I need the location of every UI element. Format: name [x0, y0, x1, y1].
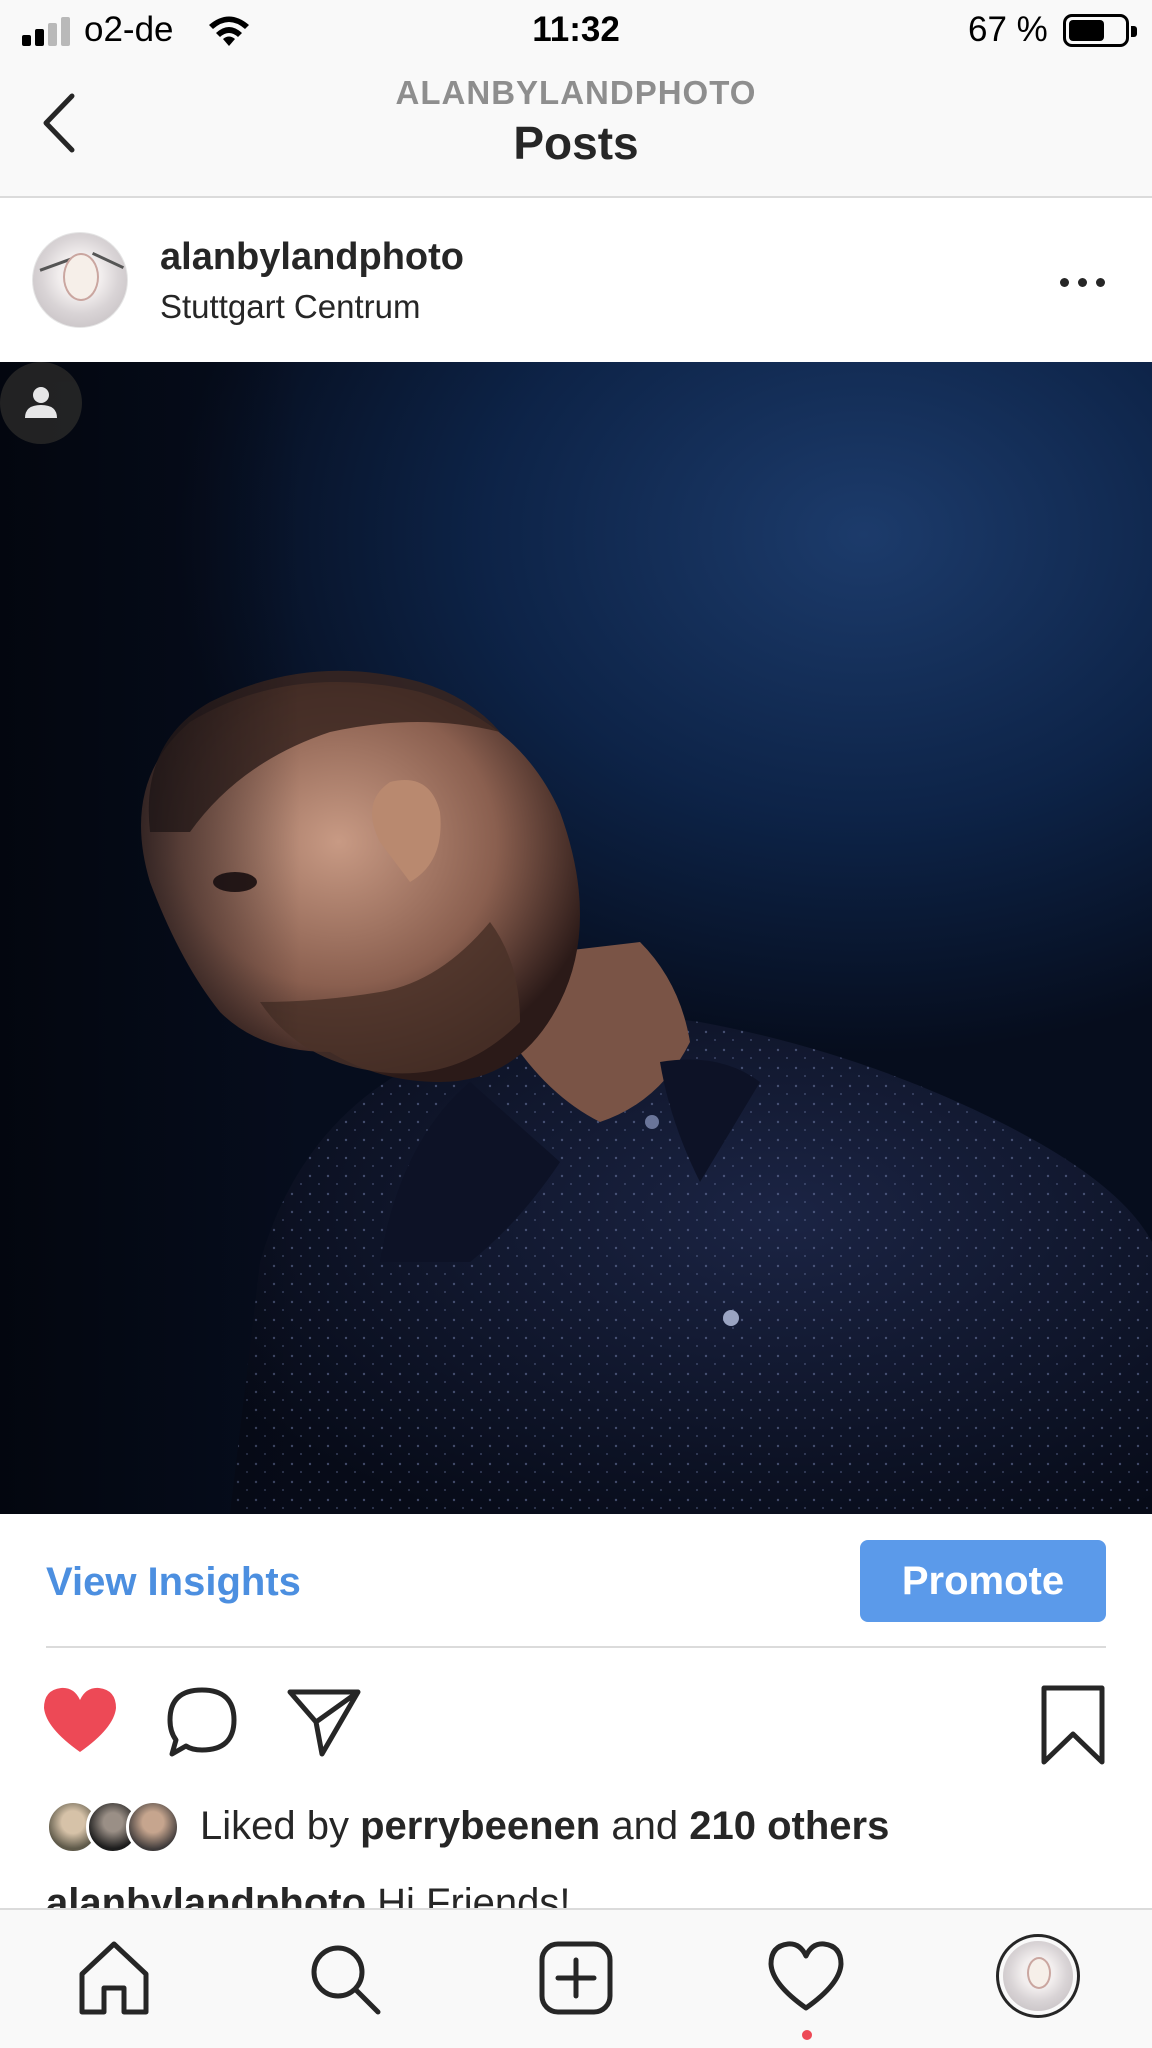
new-post-icon[interactable]: [536, 1938, 616, 2018]
post-caption: alanbylandphoto Hi Friends!: [46, 1876, 571, 1910]
navigation-bar: ALANBYLANDPHOTO Posts: [0, 62, 1152, 198]
home-icon[interactable]: [74, 1938, 154, 2018]
ellipsis-icon[interactable]: [1058, 270, 1108, 294]
promote-button[interactable]: Promote: [860, 1540, 1106, 1622]
comment-icon[interactable]: [164, 1684, 240, 1760]
post-header: alanbylandphoto Stuttgart Centrum: [0, 198, 1152, 362]
post-username[interactable]: alanbylandphoto: [160, 236, 464, 279]
battery-icon: [1063, 14, 1137, 47]
liked-by-text: Liked by perrybeenen and 210 others: [200, 1804, 889, 1849]
liker-avatars: [46, 1800, 182, 1856]
insights-bar: View Insights Promote: [0, 1514, 1152, 1648]
avatar: [126, 1800, 180, 1854]
post-actions: [0, 1648, 1152, 1798]
liked-by-middle: and: [611, 1804, 679, 1848]
caption-username[interactable]: alanbylandphoto: [46, 1881, 366, 1910]
bookmark-icon[interactable]: [1038, 1684, 1108, 1766]
profile-avatar[interactable]: [996, 1934, 1080, 2018]
heart-filled-icon[interactable]: [40, 1684, 120, 1756]
post-photo[interactable]: [0, 362, 1152, 1514]
liked-by-user[interactable]: perrybeenen: [360, 1804, 600, 1848]
activity-heart-icon[interactable]: [766, 1938, 846, 2018]
search-icon[interactable]: [304, 1938, 384, 2018]
post-location[interactable]: Stuttgart Centrum: [160, 288, 420, 326]
tab-bar: [0, 1908, 1152, 2048]
caption-text: Hi Friends!: [377, 1881, 571, 1910]
page-title: Posts: [513, 117, 639, 169]
paper-plane-icon[interactable]: [286, 1684, 362, 1760]
liked-by-others[interactable]: 210 others: [689, 1804, 889, 1848]
avatar[interactable]: [32, 232, 128, 328]
likes-summary[interactable]: Liked by perrybeenen and 210 others: [0, 1790, 1152, 1862]
view-insights-link[interactable]: View Insights: [46, 1560, 301, 1605]
portrait-illustration: [0, 362, 1152, 1514]
liked-by-prefix: Liked by: [200, 1804, 349, 1848]
status-bar: o2-de 11:32 67 %: [0, 0, 1152, 62]
person-icon[interactable]: [0, 362, 82, 444]
activity-notification-dot: [802, 2030, 812, 2040]
account-name-header: ALANBYLANDPHOTO: [395, 74, 757, 111]
battery-percentage: 67 %: [968, 10, 1048, 49]
